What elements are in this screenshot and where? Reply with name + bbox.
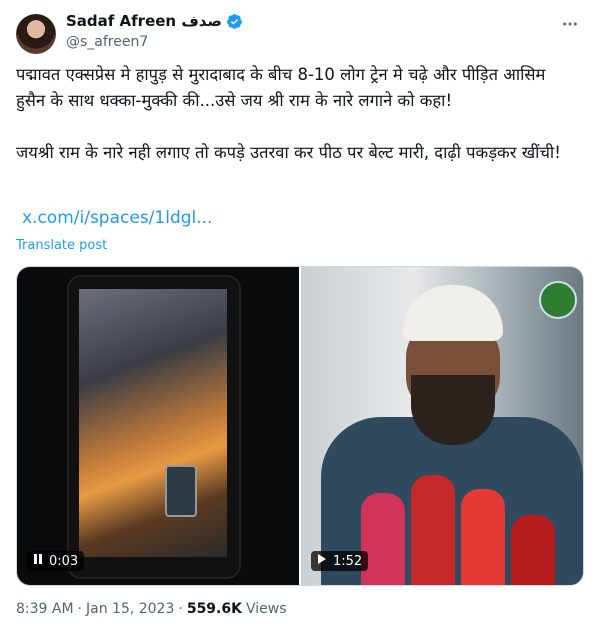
video-duration-badge-2: 1:52	[311, 551, 369, 571]
video-thumbnail-1[interactable]: 0:03	[17, 267, 299, 585]
video-duration-1: 0:03	[49, 553, 79, 569]
more-options-icon[interactable]	[560, 14, 580, 34]
tweet-text: पद्मावत एक्सप्रेस मे हापुड़ से मुरादाबाद…	[16, 62, 576, 166]
channel-logo	[539, 281, 577, 319]
play-icon	[317, 553, 327, 569]
pause-icon	[33, 553, 43, 569]
views-count: 559.6K	[186, 601, 242, 617]
author-handle[interactable]: @s_afreen7	[66, 34, 148, 50]
verified-badge-icon	[226, 13, 243, 30]
microphone	[411, 475, 455, 585]
tweet-meta: 8:39 AM · Jan 15, 2023 · 559.6K Views	[16, 601, 287, 617]
tweet-text-para2: जयश्री राम के नारे नही लगाए तो कपड़े उतर…	[16, 143, 561, 162]
microphone	[461, 489, 505, 585]
video-duration-2: 1:52	[333, 553, 363, 569]
microphone	[511, 515, 555, 585]
video-thumbnail-2[interactable]: 1:52	[301, 267, 583, 585]
phone-in-video	[165, 465, 197, 517]
tweet-text-para1: पद्मावत एक्सप्रेस मे हापुड़ से मुरादाबाद…	[16, 65, 551, 110]
author-name-row: Sadaf Afreen صدف	[66, 12, 243, 30]
display-name[interactable]: Sadaf Afreen صدف	[66, 12, 222, 30]
avatar[interactable]	[16, 14, 56, 54]
microphone	[361, 493, 405, 585]
video-frame-image	[79, 289, 227, 557]
tweet-link[interactable]: x.com/i/spaces/1ldgl...	[22, 208, 212, 228]
meta-separator: ·	[77, 601, 82, 617]
video-duration-badge-1: 0:03	[27, 551, 85, 571]
views-label: Views	[245, 601, 287, 617]
meta-separator: ·	[178, 601, 183, 617]
tweet-time[interactable]: 8:39 AM	[16, 601, 74, 617]
tweet-date[interactable]: Jan 15, 2023	[86, 601, 174, 617]
media-grid: 0:03 1:52	[16, 266, 584, 586]
translate-post-link[interactable]: Translate post	[16, 238, 107, 253]
